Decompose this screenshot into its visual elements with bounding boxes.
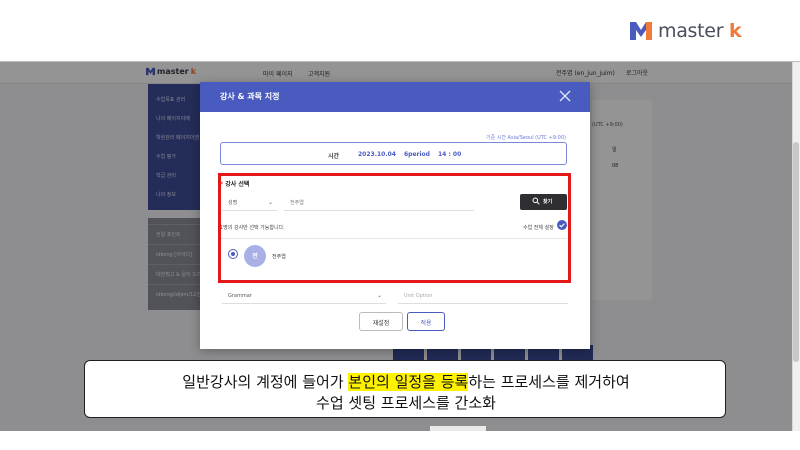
apply-button-label: 적용 xyxy=(420,320,432,327)
close-icon[interactable] xyxy=(558,89,572,103)
timezone-note: 기준 시간 Asia/Seoul (UTC +9:00) xyxy=(485,135,566,141)
time-clock: 14 : 00 xyxy=(438,151,462,158)
reset-button[interactable]: 재설정 xyxy=(359,312,403,331)
masterk-logo-icon xyxy=(630,22,652,40)
subject-value: Grammar xyxy=(228,293,252,299)
caption-text: 일반강사의 계정에 들어가 xyxy=(182,373,349,391)
bottom-tab xyxy=(430,426,486,431)
highlight-frame xyxy=(218,173,571,283)
brand-logo: master k xyxy=(630,20,742,42)
chevron-down-icon: ⌄ xyxy=(376,292,382,299)
reset-button-label: 재설정 xyxy=(372,320,390,327)
time-date: 2023.10.04 xyxy=(358,151,396,158)
scrollbar[interactable] xyxy=(792,62,800,431)
apply-button[interactable]: 적용 xyxy=(407,312,445,331)
assign-dialog: 강사 & 과목 지정 기준 시간 Asia/Seoul (UTC +9:00) … xyxy=(200,82,590,349)
subject-dropdown[interactable]: Grammar ⌄ xyxy=(222,289,386,304)
dialog-title: 강사 & 과목 지정 xyxy=(220,92,280,101)
brand-wordmark: master k xyxy=(658,20,742,42)
unit-option-placeholder: Unit Option xyxy=(404,293,433,299)
caption-line-2: 수업 셋팅 프로세스를 간소화 xyxy=(316,394,496,412)
dialog-header: 강사 & 과목 지정 xyxy=(200,82,590,112)
brand-name: master xyxy=(658,20,724,42)
brand-accent: k xyxy=(728,20,742,42)
time-summary: 시간 2023.10.04 6period 14 : 00 xyxy=(220,142,567,165)
caption-box: 일반강사의 계정에 들어가 본인의 일정을 등록하는 프로세스를 제거하여 수업… xyxy=(84,360,726,418)
caption-highlight: 본인의 일정을 등록 xyxy=(348,373,469,391)
slide: master k master k 마이 페이지 고객지원 전주엽 (en_jun… xyxy=(0,0,800,450)
scroll-thumb[interactable] xyxy=(793,142,799,362)
caption-line-1: 일반강사의 계정에 들어가 본인의 일정을 등록하는 프로세스를 제거하여 xyxy=(85,371,727,392)
unit-option-input[interactable]: Unit Option xyxy=(398,289,568,304)
caption-text: 하는 프로세스를 제거하여 xyxy=(468,373,630,391)
time-period: 6period xyxy=(404,151,430,158)
time-label: 시간 xyxy=(328,153,340,160)
